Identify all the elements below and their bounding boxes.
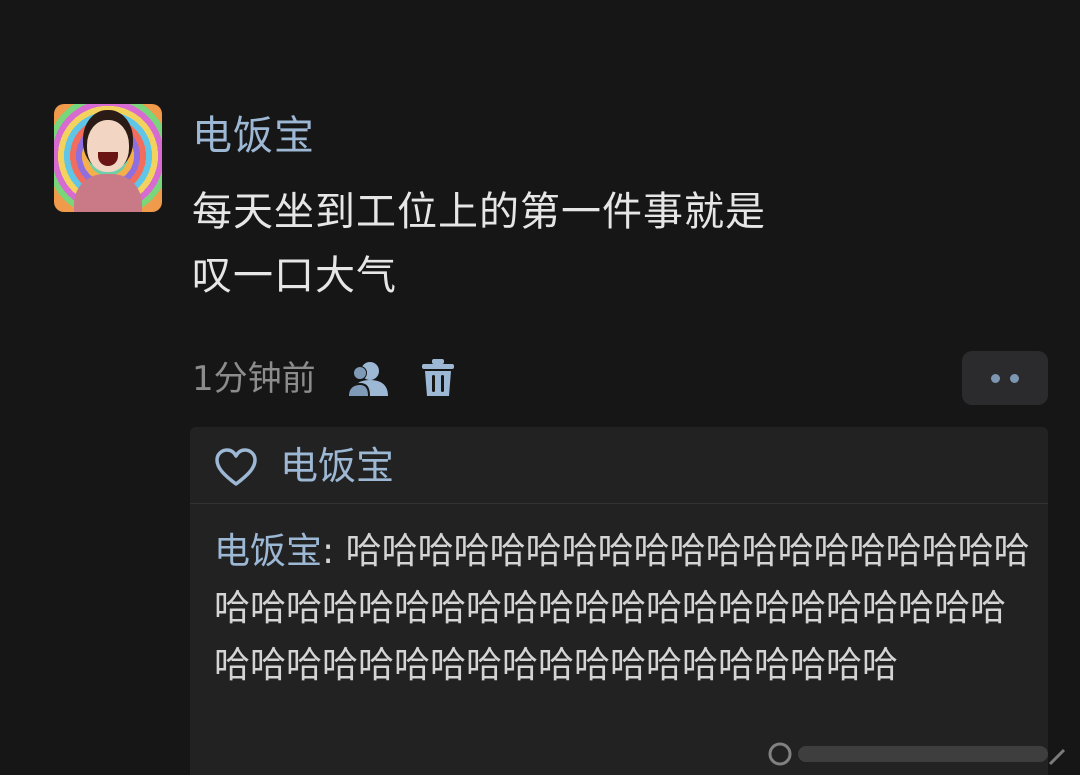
post-author[interactable]: 电饭宝: [192, 112, 315, 160]
post-text-line2: 叹一口大气: [192, 253, 397, 299]
avatar-body: [74, 174, 142, 212]
interaction-panel: 电饭宝 电饭宝: 哈哈哈哈哈哈哈哈哈哈哈哈哈哈哈哈哈哈哈哈哈哈哈哈哈哈哈哈哈哈哈…: [190, 427, 1048, 775]
more-dot: [1010, 373, 1019, 383]
reply-author[interactable]: 电饭宝: [214, 531, 322, 572]
post-content: 每天坐到工位上的第一件事就是 叹一口大气: [192, 180, 892, 308]
more-button[interactable]: [962, 351, 1048, 405]
post-timestamp: 1分钟前: [192, 359, 316, 399]
heart-icon: [215, 448, 257, 486]
liker-name[interactable]: 电饭宝: [280, 443, 394, 489]
watermark-logo: [768, 742, 1066, 766]
more-dots-icon: [991, 373, 1000, 383]
user-icon[interactable]: [346, 360, 390, 398]
reply-comment[interactable]: 电饭宝: 哈哈哈哈哈哈哈哈哈哈哈哈哈哈哈哈哈哈哈哈哈哈哈哈哈哈哈哈哈哈哈哈哈哈哈…: [214, 523, 1040, 694]
reply-separator: :: [322, 531, 346, 572]
likes-row: 电饭宝: [190, 427, 1048, 504]
avatar[interactable]: [54, 104, 162, 212]
trash-icon[interactable]: [420, 358, 456, 398]
post-text-line1: 每天坐到工位上的第一件事就是: [192, 189, 766, 235]
